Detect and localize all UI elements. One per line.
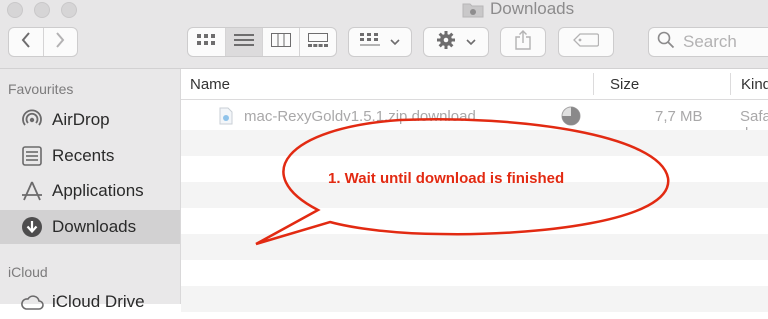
sidebar-item-icloud-drive[interactable]: iCloud Drive — [0, 285, 180, 319]
close-window-button[interactable] — [7, 2, 23, 18]
table-row — [181, 208, 768, 234]
file-name: mac-RexyGoldv1.5.1.zip.download — [244, 108, 476, 125]
chevron-left-icon — [21, 31, 31, 53]
sidebar-item-applications[interactable]: Applications — [0, 174, 180, 208]
icon-view-button[interactable] — [188, 28, 225, 56]
sidebar-section-icloud: iCloud — [8, 264, 48, 280]
sidebar-item-airdrop[interactable]: AirDrop — [0, 103, 180, 137]
annotation-text: 1. Wait until download is finished — [328, 170, 565, 187]
gallery-view-button[interactable] — [298, 28, 337, 56]
chevron-down-icon — [390, 33, 400, 51]
search-input[interactable]: Search — [648, 27, 768, 57]
column-divider[interactable] — [593, 73, 594, 95]
airdrop-icon — [20, 108, 44, 132]
icon-view-icon — [197, 33, 216, 51]
zoom-window-button[interactable] — [61, 2, 77, 18]
applications-icon — [20, 179, 44, 203]
column-view-icon — [270, 32, 291, 52]
cloud-icon — [20, 290, 44, 314]
sidebar-item-label: Recents — [52, 146, 115, 165]
group-by-button[interactable] — [348, 27, 412, 57]
window-title: Downloads — [462, 0, 574, 20]
search-placeholder: Search — [683, 32, 737, 51]
minimize-window-button[interactable] — [34, 2, 50, 18]
table-row[interactable]: mac-RexyGoldv1.5.1.zip.download 7,7 MB S… — [181, 103, 768, 142]
folder-icon — [462, 1, 484, 18]
view-switcher — [187, 27, 337, 57]
sidebar-item-label: iCloud Drive — [52, 292, 145, 311]
chevron-right-icon — [55, 31, 65, 53]
sidebar-item-label: AirDrop — [52, 110, 110, 129]
list-view-icon — [233, 33, 254, 52]
sidebar-section-favourites: Favourites — [8, 81, 74, 97]
table-row — [181, 260, 768, 286]
toolbar: Downloads Search — [0, 0, 768, 69]
table-row — [181, 130, 768, 156]
sidebar-item-label: Downloads — [52, 217, 137, 236]
edit-tags-button[interactable] — [558, 27, 614, 57]
chevron-down-icon — [466, 33, 476, 51]
column-view-button[interactable] — [262, 28, 299, 56]
download-file-icon — [219, 107, 233, 129]
sidebar: Favourites AirDrop Recents Applications … — [0, 69, 181, 311]
file-list: mac-RexyGoldv1.5.1.zip.download 7,7 MB S… — [181, 100, 768, 312]
window-title-text: Downloads — [490, 0, 575, 18]
group-icon — [360, 32, 380, 52]
table-row — [181, 286, 768, 312]
tag-icon — [573, 32, 600, 52]
sidebar-item-downloads[interactable]: Downloads — [0, 210, 180, 244]
file-size: 7,7 MB — [655, 108, 703, 125]
share-icon — [515, 29, 531, 55]
search-icon — [657, 31, 675, 54]
share-button[interactable] — [500, 27, 546, 57]
list-header: Name Size Kind — [181, 69, 768, 100]
column-divider[interactable] — [730, 73, 731, 95]
action-menu-button[interactable] — [423, 27, 489, 57]
forward-button[interactable] — [42, 28, 77, 56]
column-header-size[interactable]: Size — [610, 76, 639, 93]
table-row — [181, 234, 768, 260]
downloads-icon — [20, 215, 44, 239]
recents-icon — [20, 144, 44, 168]
back-button[interactable] — [9, 28, 43, 56]
gallery-view-icon — [307, 32, 328, 52]
navigation-buttons — [8, 27, 78, 57]
list-view-button[interactable] — [224, 28, 262, 56]
download-progress-icon[interactable] — [561, 106, 581, 130]
sidebar-item-label: Applications — [52, 181, 144, 200]
sidebar-item-recents[interactable]: Recents — [0, 139, 180, 173]
column-header-kind[interactable]: Kind — [741, 76, 768, 93]
column-header-name[interactable]: Name — [190, 76, 230, 93]
gear-icon — [436, 30, 456, 55]
